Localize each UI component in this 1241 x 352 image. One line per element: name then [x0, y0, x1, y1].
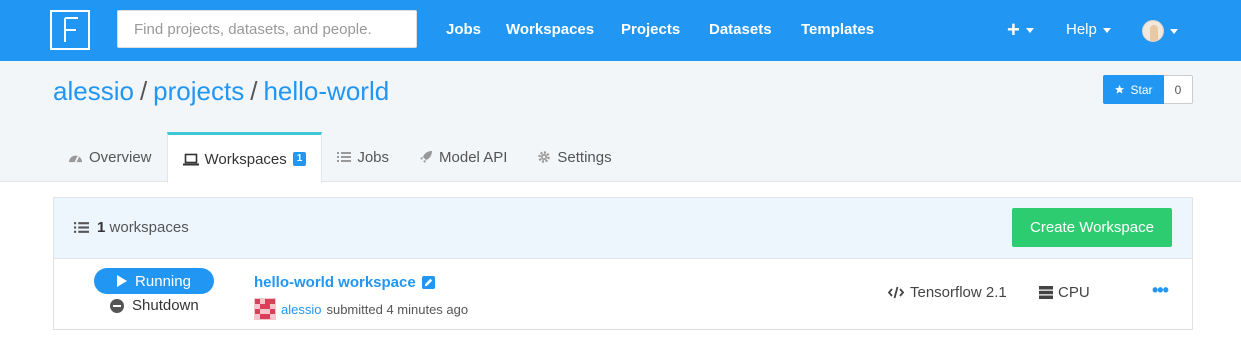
- code-icon: [888, 286, 904, 299]
- star-label: Star: [1130, 82, 1153, 97]
- user-identicon: [254, 298, 276, 320]
- breadcrumb-user-link[interactable]: alessio: [53, 76, 134, 106]
- submitted-time: submitted 4 minutes ago: [326, 301, 469, 317]
- laptop-icon: [182, 153, 199, 165]
- project-header: alessio / projects / hello-world Star 0 Over…: [0, 61, 1241, 183]
- breadcrumb-separator: /: [250, 76, 258, 106]
- breadcrumb: alessio / projects / hello-world: [53, 76, 389, 106]
- nav-jobs-link[interactable]: Jobs: [446, 20, 481, 40]
- hardware-label: CPU: [1058, 284, 1090, 301]
- dashboard-icon: [69, 155, 82, 163]
- floydhub-logo[interactable]: [50, 10, 90, 50]
- help-label: Help: [1066, 21, 1097, 38]
- tab-label: Settings: [557, 148, 612, 166]
- plus-icon: +: [1007, 17, 1020, 42]
- tab-label: Workspaces: [204, 150, 287, 168]
- edit-icon[interactable]: [421, 276, 435, 289]
- tab-label: Overview: [89, 148, 152, 166]
- workspace-meta: alessio submitted 4 minutes ago: [254, 298, 468, 320]
- chevron-down-icon: [1025, 27, 1034, 33]
- shutdown-label: Shutdown: [132, 297, 199, 314]
- tab-jobs[interactable]: Jobs: [322, 132, 404, 182]
- chevron-down-icon: [1102, 27, 1111, 33]
- shutdown-button[interactable]: Shutdown: [110, 297, 199, 314]
- nav-workspaces-link[interactable]: Workspaces: [506, 20, 594, 40]
- workspace-name-link[interactable]: hello-world workspace: [254, 274, 435, 291]
- hardware-info: CPU: [1039, 284, 1090, 301]
- star-count: 0: [1164, 75, 1193, 104]
- tab-label: Jobs: [357, 148, 390, 166]
- nav-datasets-link[interactable]: Datasets: [709, 20, 772, 40]
- server-icon: [1039, 286, 1053, 299]
- workspaces-count-number: 1: [97, 219, 106, 236]
- status-label: Running: [135, 272, 191, 290]
- top-navbar: Jobs Workspaces Projects Datasets Templa…: [0, 0, 1241, 61]
- workspace-user-link[interactable]: alessio: [281, 302, 321, 317]
- workspaces-count: 1 workspaces: [74, 219, 189, 236]
- star-group: Star 0: [1103, 75, 1193, 104]
- panel-header: 1 workspaces Create Workspace: [54, 198, 1192, 259]
- workspaces-count-badge: 1: [292, 152, 307, 166]
- search-input[interactable]: [117, 10, 417, 48]
- environment-info: Tensorflow 2.1: [888, 284, 1007, 301]
- running-status-button[interactable]: Running: [94, 268, 214, 294]
- project-tabs: Overview Workspaces 1 Jobs Model API Set…: [53, 132, 627, 183]
- star-button[interactable]: Star: [1103, 75, 1164, 104]
- breadcrumb-project-link[interactable]: hello-world: [263, 76, 389, 106]
- nav-projects-link[interactable]: Projects: [621, 20, 680, 40]
- create-workspace-button[interactable]: Create Workspace: [1012, 208, 1172, 247]
- create-new-dropdown[interactable]: +: [1007, 17, 1034, 42]
- tab-label: Model API: [439, 148, 508, 166]
- tab-settings[interactable]: Settings: [522, 132, 626, 182]
- star-icon: [1115, 84, 1125, 94]
- tab-model-api[interactable]: Model API: [404, 132, 522, 182]
- workspace-row: Running Shutdown hello-world workspace a…: [54, 260, 1192, 330]
- breadcrumb-separator: /: [139, 76, 148, 106]
- nav-templates-link[interactable]: Templates: [801, 20, 874, 40]
- tab-workspaces[interactable]: Workspaces 1: [166, 132, 323, 183]
- tab-overview[interactable]: Overview: [53, 132, 167, 182]
- play-icon: [117, 275, 128, 287]
- workspaces-count-label: workspaces: [109, 219, 189, 236]
- list-icon: [337, 152, 352, 162]
- more-options-button[interactable]: •••: [1152, 280, 1169, 301]
- logo-f-icon: [64, 17, 78, 42]
- chevron-down-icon: [1170, 28, 1178, 34]
- user-menu-dropdown[interactable]: [1142, 20, 1178, 42]
- avatar: [1142, 20, 1164, 42]
- breadcrumb-projects-link[interactable]: projects: [153, 76, 244, 106]
- minus-circle-icon: [110, 298, 124, 313]
- workspaces-panel: 1 workspaces Create Workspace Running Sh…: [53, 197, 1193, 330]
- list-icon: [74, 222, 89, 233]
- rocket-icon: [420, 151, 433, 163]
- help-dropdown[interactable]: Help: [1066, 20, 1111, 40]
- environment-label: Tensorflow 2.1: [910, 284, 1007, 301]
- gear-icon: [538, 151, 551, 163]
- workspace-name: hello-world workspace: [254, 274, 416, 291]
